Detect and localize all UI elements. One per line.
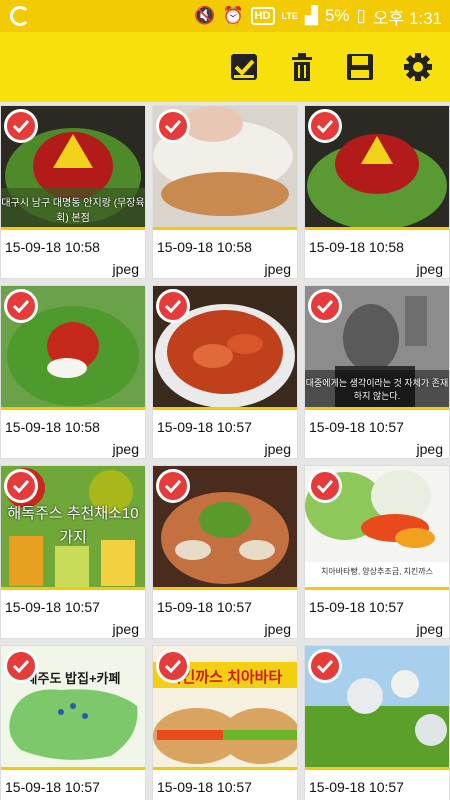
lte-icon: LTE [281, 10, 298, 21]
item-type: jpeg [264, 261, 291, 277]
select-all-button[interactable] [226, 49, 262, 85]
item-type: jpeg [264, 441, 291, 457]
item-date: 15-09-18 10:57 [309, 779, 404, 795]
trash-icon [292, 53, 312, 81]
item-date: 15-09-18 10:58 [5, 239, 100, 255]
carrier-icon [10, 6, 30, 26]
overlay-text: 치아바타빵, 양상추조금, 치킨까스 [321, 567, 433, 576]
save-icon [347, 54, 373, 80]
battery-icon: ▯ [356, 6, 366, 25]
grid-item[interactable]: 15-09-18 10:58 jpeg [304, 105, 450, 279]
checked-icon[interactable] [308, 469, 342, 503]
item-date: 15-09-18 10:58 [157, 239, 252, 255]
item-date: 15-09-18 10:57 [5, 599, 100, 615]
hd-icon: HD [250, 7, 275, 25]
item-type: jpeg [264, 621, 291, 637]
item-type: jpeg [112, 441, 139, 457]
battery-text: 5% [324, 6, 350, 25]
settings-icon [404, 53, 432, 81]
item-date: 15-09-18 10:57 [157, 779, 252, 795]
mute-icon: 🔇 [194, 6, 216, 25]
item-type: jpeg [416, 441, 443, 457]
overlay-text: 대구시 남구 대명동 안지랑 (무장육회) 본점 [1, 198, 145, 224]
grid-item[interactable]: 제주도 밥집+카페 15-09-18 10:57 jpeg [0, 645, 146, 800]
settings-button[interactable] [400, 49, 436, 85]
item-type: jpeg [112, 261, 139, 277]
overlay-text: 대중에게는 생각이라는 것 자체가 존재하지 않는다. [305, 378, 449, 401]
image-grid: 대구시 남구 대명동 안지랑 (무장육회) 본점 15-09-18 10:58 … [0, 102, 450, 800]
grid-item[interactable]: 치아바타빵, 양상추조금, 치킨까스 15-09-18 10:57 jpeg [304, 465, 450, 639]
grid-item[interactable]: 15-09-18 10:57 jpeg [152, 465, 298, 639]
checked-icon[interactable] [4, 649, 38, 683]
item-date: 15-09-18 10:57 [157, 419, 252, 435]
checked-icon[interactable] [4, 109, 38, 143]
grid-item[interactable]: 15-09-18 10:58 jpeg [0, 285, 146, 459]
delete-button[interactable] [284, 49, 320, 85]
toolbar [0, 32, 450, 102]
item-type: jpeg [416, 261, 443, 277]
item-date: 15-09-18 10:57 [309, 599, 404, 615]
checked-icon[interactable] [308, 649, 342, 683]
grid-item[interactable]: 해독주스 추천채소10가지 15-09-18 10:57 jpeg [0, 465, 146, 639]
status-bar: 🔇 ⏰ HD LTE ▟ 5% ▯ 오후 1:31 [0, 0, 450, 32]
time-text: 오후 1:31 [372, 8, 442, 28]
signal-icon: ▟ [304, 6, 318, 25]
grid-item[interactable]: 15-09-18 10:57 jpeg [152, 285, 298, 459]
overlay-text: 해독주스 추천채소10가지 [7, 505, 139, 546]
grid-item[interactable]: 대중에게는 생각이라는 것 자체가 존재하지 않는다. 15-09-18 10:… [304, 285, 450, 459]
item-date: 15-09-18 10:57 [157, 599, 252, 615]
item-type: jpeg [112, 621, 139, 637]
save-button[interactable] [342, 49, 378, 85]
item-date: 15-09-18 10:57 [5, 779, 100, 795]
grid-item[interactable]: 대구시 남구 대명동 안지랑 (무장육회) 본점 15-09-18 10:58 … [0, 105, 146, 279]
grid-item[interactable]: 치킨까스 치아바타 15-09-18 10:57 jpeg [152, 645, 298, 800]
checked-icon[interactable] [156, 649, 190, 683]
checked-icon[interactable] [308, 289, 342, 323]
item-date: 15-09-18 10:58 [309, 239, 404, 255]
alarm-icon: ⏰ [222, 6, 244, 25]
checked-icon[interactable] [156, 469, 190, 503]
select-all-icon [231, 54, 257, 80]
checked-icon[interactable] [308, 109, 342, 143]
grid-item[interactable]: 15-09-18 10:58 jpeg [152, 105, 298, 279]
checked-icon[interactable] [4, 289, 38, 323]
grid-item[interactable]: 15-09-18 10:57 jpeg [304, 645, 450, 800]
item-date: 15-09-18 10:58 [5, 419, 100, 435]
item-date: 15-09-18 10:57 [309, 419, 404, 435]
checked-icon[interactable] [4, 469, 38, 503]
checked-icon[interactable] [156, 109, 190, 143]
status-icons: 🔇 ⏰ HD LTE ▟ 5% ▯ 오후 1:31 [194, 4, 442, 29]
item-type: jpeg [416, 621, 443, 637]
checked-icon[interactable] [156, 289, 190, 323]
